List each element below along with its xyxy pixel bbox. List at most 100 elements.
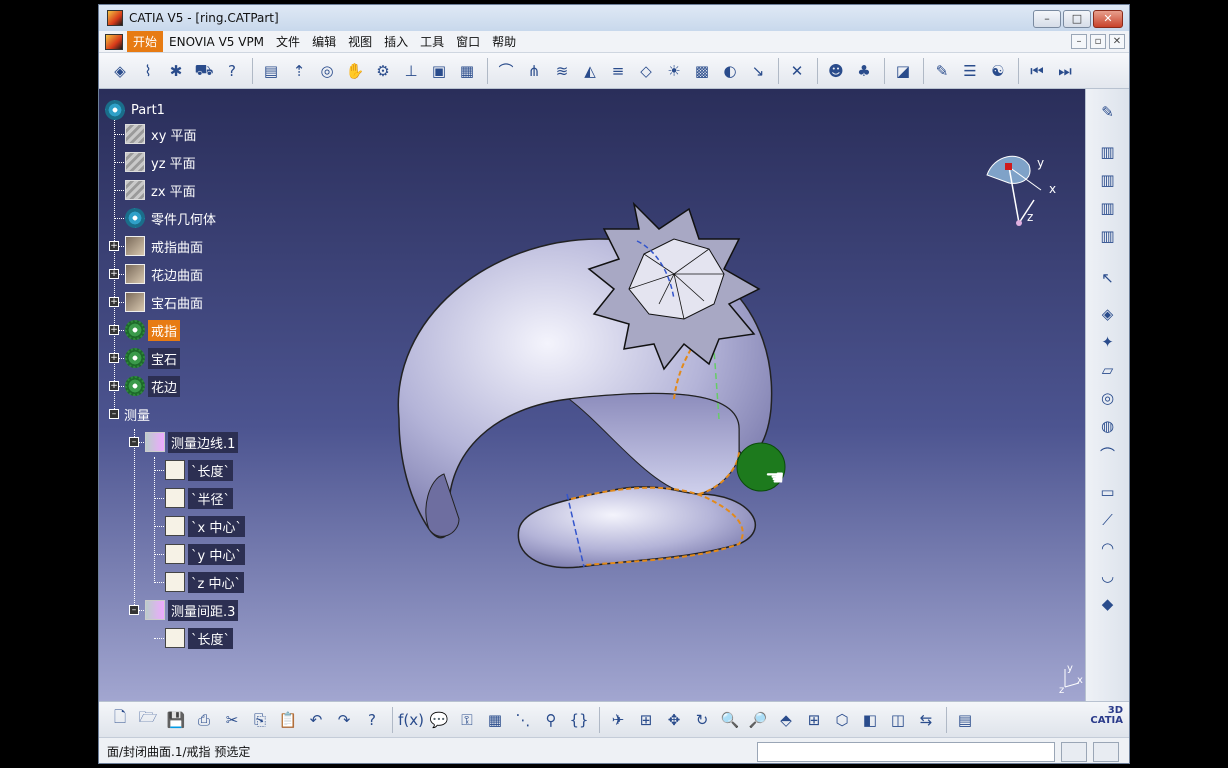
fly-mode-icon[interactable]: ✈ bbox=[605, 707, 631, 733]
last-frame-icon[interactable]: ⏭ bbox=[1052, 58, 1078, 84]
menu-file[interactable]: 文件 bbox=[270, 31, 306, 52]
minimize-button[interactable]: – bbox=[1033, 10, 1061, 28]
close-button[interactable]: ✕ bbox=[1093, 10, 1123, 28]
grid-tool-icon[interactable]: ▦ bbox=[454, 58, 480, 84]
light-tool-icon[interactable]: ☀ bbox=[661, 58, 687, 84]
reaction-icon[interactable]: {} bbox=[566, 707, 592, 733]
properties-icon[interactable]: ▤ bbox=[952, 707, 978, 733]
doc-minimize-button[interactable]: – bbox=[1071, 34, 1087, 49]
comment-icon[interactable]: 💬 bbox=[426, 707, 452, 733]
menu-view[interactable]: 视图 bbox=[342, 31, 378, 52]
shape-tool-icon[interactable]: ⚙ bbox=[370, 58, 396, 84]
spring-tool-icon[interactable]: ⌇ bbox=[135, 58, 161, 84]
tree-param-radius[interactable]: `半径` bbox=[165, 487, 234, 509]
redo-icon[interactable]: ↷ bbox=[331, 707, 357, 733]
arrow-up-tool-icon[interactable]: ⇡ bbox=[286, 58, 312, 84]
revolve-icon[interactable]: ◍ bbox=[1095, 413, 1121, 439]
tree-body-lace[interactable]: 花边 bbox=[125, 375, 181, 397]
tree-plane-zx[interactable]: zx 平面 bbox=[125, 179, 199, 201]
camera-tool-icon[interactable]: ◪ bbox=[890, 58, 916, 84]
line-icon[interactable]: ✦ bbox=[1095, 329, 1121, 355]
status-options-button[interactable] bbox=[1093, 742, 1119, 762]
cut-icon[interactable]: ✂ bbox=[219, 707, 245, 733]
collapse-toggle[interactable]: – bbox=[129, 437, 139, 447]
parts-icon[interactable]: ▥ bbox=[1095, 139, 1121, 165]
tree-root[interactable]: Part1 bbox=[105, 99, 168, 121]
ring-shank-end[interactable] bbox=[517, 486, 757, 569]
pan-icon[interactable]: ✥ bbox=[661, 707, 687, 733]
tree-measure-between[interactable]: 测量间距.3 bbox=[145, 599, 239, 621]
cube-tool-icon[interactable]: ▣ bbox=[426, 58, 452, 84]
tree-param-length[interactable]: `长度` bbox=[165, 459, 234, 481]
zoom-out-icon[interactable]: 🔎 bbox=[745, 707, 771, 733]
first-frame-icon[interactable]: ⏮ bbox=[1024, 58, 1050, 84]
catia-menu-icon[interactable] bbox=[105, 33, 123, 50]
sketcher-icon[interactable]: ✎ bbox=[1095, 99, 1121, 125]
menu-insert[interactable]: 插入 bbox=[378, 31, 414, 52]
scale-icon[interactable]: ◆ bbox=[1095, 591, 1121, 617]
tree-surface-lace[interactable]: 花边曲面 bbox=[125, 263, 206, 285]
car-tool-icon[interactable]: ⛟ bbox=[191, 58, 217, 84]
paste-icon[interactable]: 📋 bbox=[275, 707, 301, 733]
filter-tool-icon[interactable]: ☰ bbox=[957, 58, 983, 84]
ring-model[interactable]: ☚ bbox=[99, 89, 1087, 701]
menu-enovia[interactable]: ENOVIA V5 VPM bbox=[163, 33, 270, 51]
select-arrow-icon[interactable]: ↖ bbox=[1095, 265, 1121, 291]
tree-plane-xy[interactable]: xy 平面 bbox=[125, 123, 200, 145]
porcupine-icon[interactable]: ⋔ bbox=[521, 58, 547, 84]
expand-toggle[interactable]: + bbox=[109, 381, 119, 391]
tree-measure[interactable]: 测量 bbox=[121, 403, 153, 425]
tree-measure-edge[interactable]: 测量边线.1 bbox=[145, 431, 239, 453]
render-style-icon[interactable]: ◧ bbox=[857, 707, 883, 733]
new-file-icon[interactable]: 🗋 bbox=[107, 707, 133, 733]
mask-tool-icon[interactable]: ◐ bbox=[717, 58, 743, 84]
menu-edit[interactable]: 编辑 bbox=[306, 31, 342, 52]
tree-part-body[interactable]: 零件几何体 bbox=[125, 207, 219, 229]
power-input-field[interactable] bbox=[757, 742, 1055, 762]
assembly-tool-icon[interactable]: ▤ bbox=[258, 58, 284, 84]
tree-plane-yz[interactable]: yz 平面 bbox=[125, 151, 199, 173]
tree-body-ring[interactable]: 戒指 bbox=[125, 319, 181, 341]
menu-window[interactable]: 窗口 bbox=[450, 31, 486, 52]
join-icon[interactable]: ▭ bbox=[1095, 479, 1121, 505]
expand-toggle[interactable]: + bbox=[109, 297, 119, 307]
wrench-tool-icon[interactable]: ✎ bbox=[929, 58, 955, 84]
collapse-toggle[interactable]: – bbox=[129, 605, 139, 615]
plane-icon[interactable]: ▱ bbox=[1095, 357, 1121, 383]
bell-tool-icon[interactable]: ♣ bbox=[851, 58, 877, 84]
save-icon[interactable]: 💾 bbox=[163, 707, 189, 733]
strip-tool-icon[interactable]: ≡ bbox=[605, 58, 631, 84]
axis-tool-icon[interactable]: ⊥ bbox=[398, 58, 424, 84]
pointer-tool-icon[interactable]: ↘ bbox=[745, 58, 771, 84]
yin-yang-icon[interactable]: ☯ bbox=[985, 58, 1011, 84]
lock-icon[interactable]: ⚿ bbox=[454, 707, 480, 733]
copy-icon[interactable]: ⎘ bbox=[247, 707, 273, 733]
formula-icon[interactable]: f(x) bbox=[398, 707, 424, 733]
fillet-icon[interactable]: ◠ bbox=[1095, 535, 1121, 561]
parts-paste-icon[interactable]: ▥ bbox=[1095, 195, 1121, 221]
knowledge-icon[interactable]: ⋱ bbox=[510, 707, 536, 733]
doc-close-button[interactable]: ✕ bbox=[1109, 34, 1125, 49]
blend-icon[interactable]: ◡ bbox=[1095, 563, 1121, 589]
expand-toggle[interactable]: + bbox=[109, 325, 119, 335]
query-tool-icon[interactable]: ? bbox=[219, 58, 245, 84]
multi-view-icon[interactable]: ⊞ bbox=[801, 707, 827, 733]
sweep-icon[interactable]: ⌒ bbox=[1095, 441, 1121, 467]
bug-tool-icon[interactable]: ✱ bbox=[163, 58, 189, 84]
check-icon[interactable]: ⚲ bbox=[538, 707, 564, 733]
table-icon[interactable]: ▦ bbox=[482, 707, 508, 733]
surface-analysis-icon[interactable]: ◭ bbox=[577, 58, 603, 84]
expand-toggle[interactable]: + bbox=[109, 353, 119, 363]
swirl-tool-icon[interactable]: ◎ bbox=[314, 58, 340, 84]
sketch-tool-icon[interactable]: ◈ bbox=[107, 58, 133, 84]
curve-analysis-icon[interactable]: ⌒ bbox=[493, 58, 519, 84]
tree-between-length[interactable]: `长度` bbox=[165, 627, 234, 649]
swap-space-icon[interactable]: ⇆ bbox=[913, 707, 939, 733]
extrude-icon[interactable]: ◎ bbox=[1095, 385, 1121, 411]
tree-body-gem[interactable]: 宝石 bbox=[125, 347, 181, 369]
whats-this-icon[interactable]: ? bbox=[359, 707, 385, 733]
rotate-icon[interactable]: ↻ bbox=[689, 707, 715, 733]
expand-toggle[interactable]: + bbox=[109, 269, 119, 279]
iso-view-icon[interactable]: ⬡ bbox=[829, 707, 855, 733]
tree-param-z-center[interactable]: `z 中心` bbox=[165, 571, 244, 593]
